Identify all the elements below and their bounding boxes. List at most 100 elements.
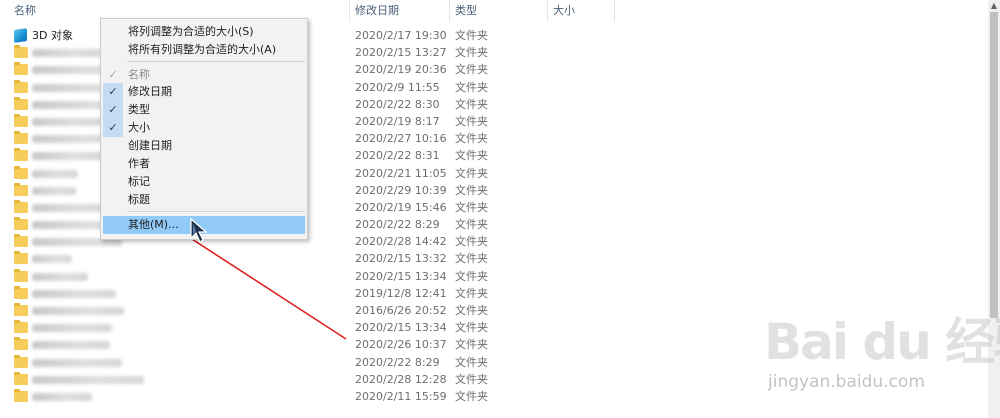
baidu-jingyan-watermark: Bai du 经验 jingyan.baidu.com	[764, 302, 1000, 400]
column-header-type[interactable]: 类型	[451, 0, 547, 22]
file-row[interactable]: 2019/12/8 12:41 文件夹	[0, 285, 988, 302]
type-cell: 文件夹	[455, 304, 488, 317]
folder-icon	[14, 79, 28, 93]
type-cell: 文件夹	[455, 321, 488, 335]
folder-icon	[14, 354, 28, 368]
modified-date-cell: 2020/2/27 10:16	[355, 132, 447, 146]
modified-date-cell: 2020/2/21 11:05	[355, 166, 447, 180]
modified-date-cell: 2020/2/22 8:29	[355, 218, 440, 232]
column-divider[interactable]	[349, 0, 350, 22]
column-header-date[interactable]: 修改日期	[351, 0, 449, 22]
redacted-file-name	[32, 272, 88, 281]
modified-date-cell: 2020/2/22 8:30	[355, 97, 440, 111]
type-cell: 文件夹	[455, 218, 488, 232]
type-cell: 文件夹	[455, 114, 488, 128]
checkmark-icon: ✓	[108, 85, 118, 98]
type-cell: 文件夹	[455, 183, 488, 197]
modified-date-cell: 2016/6/26 20:52	[355, 304, 447, 317]
column-header-size[interactable]: 大小	[549, 0, 613, 22]
folder-icon	[14, 165, 28, 179]
menu-item[interactable]: 将列调整为合适的大小(S)	[101, 23, 307, 41]
menu-item[interactable]: ✓ 修改日期	[101, 83, 307, 101]
type-cell: 文件夹	[455, 269, 488, 283]
redacted-file-name	[32, 375, 144, 384]
file-name-cell[interactable]	[14, 371, 349, 388]
type-cell: 文件夹	[455, 132, 488, 146]
file-name-cell[interactable]	[14, 354, 349, 371]
folder-icon	[14, 45, 28, 59]
folder-icon	[14, 268, 28, 282]
modified-date-cell: 2020/2/19 8:17	[355, 114, 440, 128]
type-cell: 文件夹	[455, 80, 488, 94]
file-name-cell[interactable]	[14, 302, 349, 319]
type-cell: 文件夹	[455, 200, 488, 214]
checkmark-icon: ✓	[108, 103, 118, 116]
menu-item[interactable]: 作者	[101, 155, 307, 173]
file-row[interactable]: 2020/2/15 13:34 文件夹	[0, 268, 988, 285]
redacted-file-name	[32, 203, 108, 212]
menu-item[interactable]: ✓ 大小	[101, 119, 307, 137]
sort-ascending-icon: ^	[175, 0, 183, 7]
file-name-cell[interactable]	[14, 319, 349, 336]
column-divider[interactable]	[614, 0, 615, 22]
column-context-menu: 将列调整为合适的大小(S) 将所有列调整为合适的大小(A) ✓ 名称 ✓ 修改日期 ✓ 类型 ✓…	[100, 18, 308, 240]
file-name-cell[interactable]	[14, 388, 349, 405]
folder-icon	[14, 131, 28, 145]
modified-date-cell: 2020/2/19 15:46	[355, 200, 447, 214]
redacted-file-name	[32, 307, 124, 315]
modified-date-cell: 2020/2/15 13:27	[355, 46, 447, 60]
file-name-cell[interactable]	[14, 336, 349, 353]
modified-date-cell: 2019/12/8 12:41	[355, 286, 447, 300]
file-name-text: 3D 对象	[32, 29, 73, 42]
scroll-up-icon[interactable]: ▲	[988, 0, 1000, 12]
menu-item-label: 作者	[128, 157, 150, 170]
file-name-cell[interactable]	[14, 250, 349, 267]
modified-date-cell: 2020/2/28 14:42	[355, 235, 447, 249]
type-cell: 文件夹	[455, 286, 488, 300]
modified-date-cell: 2020/2/9 11:55	[355, 80, 440, 94]
menu-item[interactable]: 将所有列调整为合适的大小(A)	[101, 41, 307, 59]
menu-separator	[127, 61, 305, 62]
modified-date-cell: 2020/2/22 8:29	[355, 355, 440, 369]
folder-icon	[14, 234, 28, 248]
3d-objects-icon	[14, 28, 27, 43]
redacted-file-name	[32, 169, 78, 178]
menu-item-label: 类型	[128, 103, 150, 116]
modified-date-cell: 2020/2/29 10:39	[355, 183, 447, 197]
menu-item-label: 其他(M)...	[128, 218, 179, 231]
column-divider[interactable]	[547, 0, 548, 22]
redacted-file-name	[32, 49, 102, 58]
checkmark-icon: ✓	[108, 121, 118, 134]
watermark-logo: Bai du 经验	[764, 313, 1000, 371]
redacted-file-name	[32, 255, 72, 264]
checkmark-icon: ✓	[108, 68, 118, 81]
file-row[interactable]: 2020/2/15 13:32 文件夹	[0, 250, 988, 267]
redacted-file-name	[32, 341, 110, 350]
watermark-url: jingyan.baidu.com	[768, 372, 925, 392]
redacted-file-name	[32, 324, 112, 333]
menu-item-label: 创建日期	[128, 139, 172, 152]
redacted-file-name	[32, 152, 104, 161]
folder-icon	[14, 371, 28, 385]
menu-item[interactable]: 标题	[101, 191, 307, 209]
menu-item[interactable]: ✓ 类型	[101, 101, 307, 119]
file-name-cell[interactable]	[14, 285, 349, 302]
menu-item-label: 将列调整为合适的大小(S)	[128, 25, 254, 38]
menu-item: ✓ 名称	[101, 66, 307, 84]
file-name-cell[interactable]	[14, 268, 349, 285]
scrollbar-thumb[interactable]	[990, 12, 998, 318]
modified-date-cell: 2020/2/28 12:28	[355, 372, 447, 386]
type-cell: 文件夹	[455, 149, 488, 163]
menu-item-label: 大小	[128, 121, 150, 134]
menu-item-label: 修改日期	[128, 85, 172, 98]
type-cell: 文件夹	[455, 63, 488, 77]
type-cell: 文件夹	[455, 29, 488, 42]
menu-item[interactable]: 创建日期	[101, 137, 307, 155]
redacted-file-name	[32, 289, 116, 298]
type-cell: 文件夹	[455, 235, 488, 249]
type-cell: 文件夹	[455, 46, 488, 60]
column-divider[interactable]	[449, 0, 450, 22]
menu-item[interactable]: 标记	[101, 173, 307, 191]
menu-item-label: 将所有列调整为合适的大小(A)	[128, 43, 277, 56]
type-cell: 文件夹	[455, 166, 488, 180]
